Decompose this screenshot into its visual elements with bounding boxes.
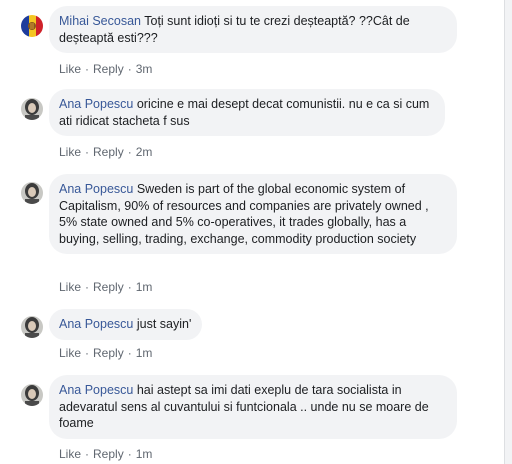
comment-bubble: Ana Popescu hai astept sa imi dati exepl… bbox=[49, 375, 457, 439]
like-link[interactable]: Like bbox=[59, 145, 81, 159]
flag-avatar[interactable] bbox=[21, 15, 43, 37]
timestamp-link[interactable]: 1m bbox=[136, 447, 153, 461]
reply-link[interactable]: Reply bbox=[93, 62, 124, 76]
timestamp-link[interactable]: 3m bbox=[136, 62, 153, 76]
author-name-link[interactable]: Ana Popescu bbox=[59, 383, 133, 397]
timestamp-link[interactable]: 2m bbox=[136, 145, 153, 159]
timestamp-link[interactable]: 1m bbox=[136, 346, 153, 360]
portrait-avatar[interactable] bbox=[21, 384, 43, 406]
comment-actions: Like · Reply · 1m bbox=[59, 280, 153, 294]
reply-link[interactable]: Reply bbox=[93, 280, 124, 294]
comment-actions: Like · Reply · 1m bbox=[59, 346, 153, 360]
reply-link[interactable]: Reply bbox=[93, 447, 124, 461]
comment-actions: Like · Reply · 2m bbox=[59, 145, 153, 159]
scrollbar-track[interactable] bbox=[504, 0, 512, 464]
comment-actions: Like · Reply · 3m bbox=[59, 62, 153, 76]
comment-bubble: Mihai Secosan Toți sunt idioți si tu te … bbox=[49, 6, 457, 53]
reply-link[interactable]: Reply bbox=[93, 145, 124, 159]
comment-item: Mihai Secosan Toți sunt idioți si tu te … bbox=[0, 0, 504, 80]
author-name-link[interactable]: Mihai Secosan bbox=[59, 14, 141, 28]
like-link[interactable]: Like bbox=[59, 280, 81, 294]
portrait-avatar[interactable] bbox=[21, 182, 43, 204]
timestamp-link[interactable]: 1m bbox=[136, 280, 153, 294]
comment-bubble: Ana Popescu just sayin' bbox=[49, 309, 203, 340]
portrait-avatar[interactable] bbox=[21, 316, 43, 338]
like-link[interactable]: Like bbox=[59, 346, 81, 360]
author-name-link[interactable]: Ana Popescu bbox=[59, 97, 133, 111]
author-name-link[interactable]: Ana Popescu bbox=[59, 182, 133, 196]
author-name-link[interactable]: Ana Popescu bbox=[59, 317, 133, 331]
like-link[interactable]: Like bbox=[59, 447, 81, 461]
comment-bubble: Ana Popescu oricine e mai desept decat c… bbox=[49, 89, 445, 136]
portrait-avatar[interactable] bbox=[21, 98, 43, 120]
comment-text: just sayin' bbox=[136, 317, 192, 331]
comment-actions: Like · Reply · 1m bbox=[59, 447, 153, 461]
comment-bubble: Ana Popescu Sweden is part of the global… bbox=[49, 174, 457, 254]
reply-link[interactable]: Reply bbox=[93, 346, 124, 360]
like-link[interactable]: Like bbox=[59, 62, 81, 76]
